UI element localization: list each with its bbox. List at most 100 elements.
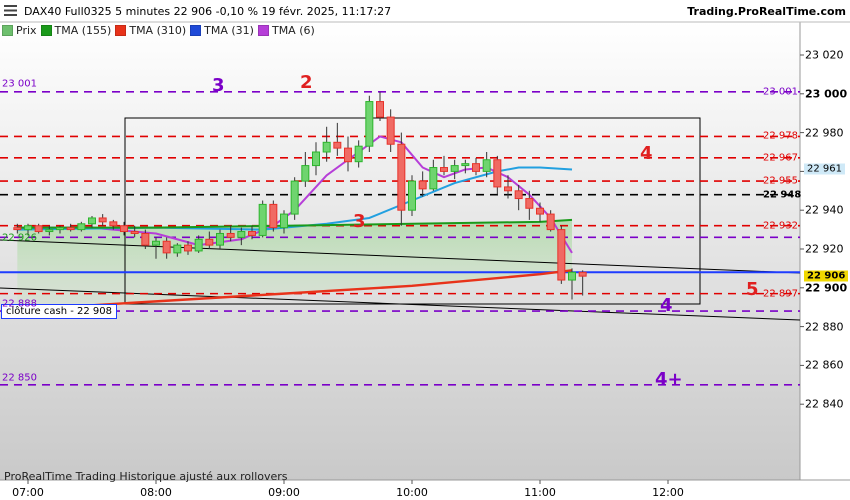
level-label-right: 22 978 [763,130,798,142]
candle-body [557,229,566,281]
candle-body [280,213,288,229]
candle-body [472,163,480,172]
candle-body [333,141,342,149]
candle-body [504,186,512,192]
candle-body [88,217,96,225]
candle-body [397,143,406,211]
legend-swatch [2,25,13,36]
candle-body [184,244,192,252]
candle-body [205,238,214,246]
level-label-right: 22 967 [763,152,798,164]
candle-body [120,225,128,233]
candle-body [248,231,256,236]
legend-item[interactable]: TMA (6) [257,23,315,38]
level-label-right: 22 955 [763,175,798,187]
candle-body [141,232,150,246]
candle-body [354,145,363,163]
x-tick-label: 09:00 [268,486,300,499]
y-tick-label: 23 020 [805,48,844,62]
tma31-badge: 22 961 [804,163,845,175]
candle-body [194,238,203,252]
candle-body [13,227,22,231]
candle-body [440,167,448,172]
x-tick-label: 08:00 [140,486,172,499]
legend-swatch [190,25,202,36]
candle-body [536,207,544,215]
legend-item[interactable]: TMA (310) [115,23,186,38]
wave-annotation: 4 [660,295,673,317]
y-tick-label: 23 000 [805,87,848,101]
candle-body [525,198,534,209]
candle-body [162,240,171,254]
candle-body [408,180,416,211]
wave-annotation: 4 [640,142,653,164]
menu-icon[interactable] [4,4,17,17]
current-price-badge: 22 906 [804,270,849,282]
legend-label: TMA (155) [54,24,112,37]
candle-body [365,101,374,147]
candle-body [546,213,555,231]
candle-body [24,225,32,231]
y-tick-label: 22 980 [805,126,844,140]
candle-body [344,147,352,163]
candle-body [578,271,587,277]
y-tick-label: 22 900 [805,281,848,295]
x-tick-label: 12:00 [652,486,684,499]
left-price-label: 22 926 [2,232,37,244]
candle-body [56,227,64,231]
candle-body [45,229,54,233]
x-tick-label: 11:00 [524,486,556,499]
candle-body [290,180,299,215]
candle-body [418,180,427,190]
candle-body [514,190,523,200]
candle-body [77,223,86,231]
candle-body [226,232,235,238]
level-label-right: 23 001 [763,86,798,98]
legend-item[interactable]: Prix [2,23,37,38]
x-tick-label: 07:00 [12,486,44,499]
y-tick-label: 22 840 [805,397,844,411]
candle-body [429,167,438,190]
legend-label: TMA (310) [129,24,187,37]
wave-annotation: 5 [746,278,759,300]
candle-body [237,231,246,238]
legend-swatch [40,25,52,36]
wave-annotation: 2 [300,71,313,93]
candle-body [461,163,470,167]
y-tick-label: 22 860 [805,358,844,372]
candle-body [152,240,160,246]
chart-header: DAX40 Full0325 5 minutes 22 906 -0,10 % … [0,0,850,22]
candle-body [269,203,278,229]
wave-annotation: 3 [212,74,225,96]
candle-body [386,116,395,145]
legend-swatch [257,25,269,36]
brand-label: Trading.ProRealTime.com [687,5,846,18]
level-label-left: 22 888 [2,298,37,310]
candle-body [258,203,267,236]
candle-body [376,101,384,118]
candle-body [130,231,139,234]
legend: Prix TMA (155) TMA (310) TMA (31) TMA (6… [2,23,319,38]
candle-body [66,227,75,231]
candle-body [173,244,182,254]
candle-body [322,141,331,153]
legend-label: Prix [16,24,37,37]
candle-body [568,271,576,281]
level-label-left: 22 850 [2,372,37,384]
candle-body [482,159,491,172]
legend-label: TMA (6) [271,24,315,37]
price-chart[interactable] [0,0,850,500]
legend-item[interactable]: TMA (31) [190,23,254,38]
candle-body [301,165,310,182]
level-label-right: 22 932 [763,220,798,232]
level-label-left: 23 001 [2,78,37,90]
footer-note: ProRealTime Trading Historique ajusté au… [4,470,288,483]
legend-item[interactable]: TMA (155) [40,23,112,38]
x-tick-label: 10:00 [396,486,428,499]
level-label-right: 22 897 [763,288,798,300]
wave-annotation: 4+ [655,368,683,390]
candle-body [493,159,502,188]
legend-swatch [115,25,127,36]
candle-body [109,221,118,227]
candle-body [216,232,224,246]
